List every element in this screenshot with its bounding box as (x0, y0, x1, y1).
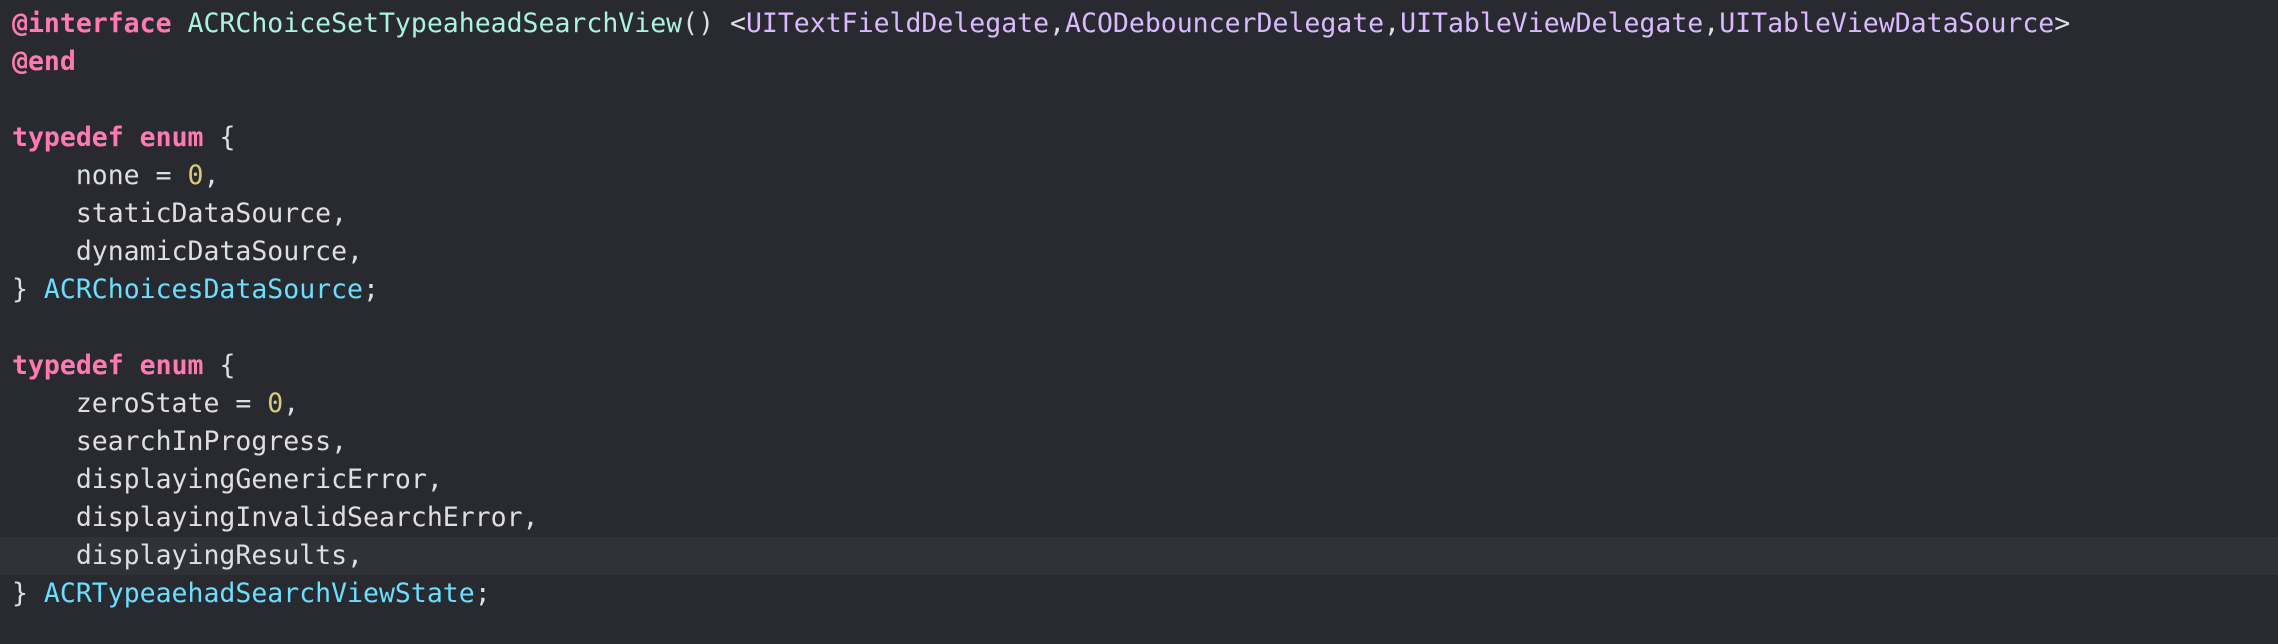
code-token-plain: { (203, 350, 236, 381)
code-token-plain: displayingInvalidSearchError, (12, 502, 539, 533)
code-line[interactable]: staticDataSource, (0, 195, 2278, 233)
code-line[interactable] (0, 309, 2278, 347)
code-token-plain: } (12, 578, 44, 609)
code-token-plain: > (2054, 8, 2071, 39)
code-token-kw: typedef (12, 350, 124, 381)
code-line[interactable]: typedef enum { (0, 347, 2278, 385)
code-token-plain: , (1384, 8, 1401, 39)
code-line[interactable] (0, 81, 2278, 119)
code-line[interactable]: zeroState = 0, (0, 385, 2278, 423)
code-token-num: 0 (267, 388, 284, 419)
code-line-current[interactable]: displayingResults, (0, 537, 2278, 575)
code-line[interactable]: } ACRTypeaehadSearchViewState; (0, 575, 2278, 613)
code-token-plain: , (1703, 8, 1720, 39)
code-token-type: UITextFieldDelegate (745, 8, 1050, 39)
code-token-type: ACODebouncerDelegate (1065, 8, 1385, 39)
code-editor[interactable]: @interface ACRChoiceSetTypeaheadSearchVi… (0, 0, 2278, 644)
code-token-type: UITableViewDelegate (1400, 8, 1704, 39)
code-token-plain: } (12, 274, 44, 305)
code-line[interactable]: displayingInvalidSearchError, (0, 499, 2278, 537)
code-line[interactable]: @end (0, 43, 2278, 81)
code-token-plain: displayingGenericError, (12, 464, 443, 495)
code-line[interactable]: none = 0, (0, 157, 2278, 195)
code-token-plain: ; (363, 274, 379, 305)
code-token-plain: ; (474, 578, 491, 609)
code-line[interactable]: } ACRChoicesDataSource; (0, 271, 2278, 309)
code-token-usertype: ACRTypeaehadSearchViewState (43, 578, 475, 609)
code-line[interactable]: searchInProgress, (0, 423, 2278, 461)
code-token-plain: staticDataSource, (12, 198, 348, 229)
code-token-plain: zeroState = (12, 388, 268, 419)
code-line[interactable]: typedef enum { (0, 119, 2278, 157)
code-token-kw: @interface (12, 8, 172, 39)
code-token-plain: searchInProgress, (12, 426, 348, 457)
code-token-usertype: ACRChoicesDataSource (43, 274, 364, 305)
code-token-kw: typedef (12, 122, 124, 153)
code-token-plain: , (1049, 8, 1066, 39)
code-token-cls: ACRChoiceSetTypeaheadSearchView (187, 8, 683, 39)
code-token-type: UITableViewDataSource (1719, 8, 2055, 39)
code-token-plain: dynamicDataSource, (12, 236, 363, 267)
code-token-kw: @end (12, 46, 76, 77)
code-line[interactable]: @interface ACRChoiceSetTypeaheadSearchVi… (0, 5, 2278, 43)
code-token-plain: , (203, 160, 220, 191)
code-token-plain: displayingResults, (12, 540, 363, 571)
code-token-plain: , (283, 388, 300, 419)
code-token-kw: enum (139, 122, 204, 153)
code-token-kw: enum (139, 350, 204, 381)
code-token-plain: { (203, 122, 236, 153)
code-token-plain: () < (682, 8, 746, 39)
code-token-num: 0 (187, 160, 204, 191)
code-line[interactable]: dynamicDataSource, (0, 233, 2278, 271)
code-line[interactable]: displayingGenericError, (0, 461, 2278, 499)
code-token-plain: none = (12, 160, 188, 191)
